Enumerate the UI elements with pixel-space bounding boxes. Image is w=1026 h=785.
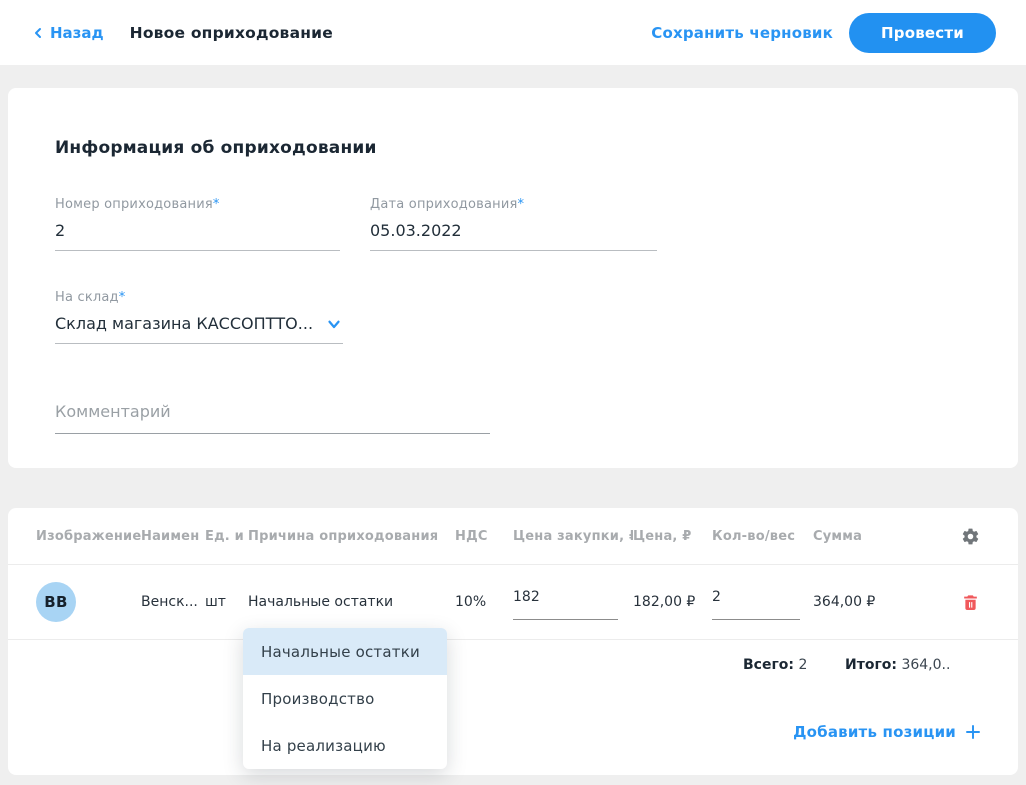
table-row: ВВ Венск... шт Начальные остатки 10% 182… [8, 565, 1018, 640]
col-header-name: Наимен [141, 528, 200, 544]
col-header-unit: Ед. и [205, 528, 244, 544]
delete-row-button[interactable] [959, 591, 982, 614]
gear-icon [961, 527, 980, 546]
col-header-sum: Сумма [813, 528, 863, 544]
purchase-price-input[interactable] [513, 584, 618, 620]
save-draft-link[interactable]: Сохранить черновик [651, 24, 833, 42]
back-button[interactable]: Назад [30, 24, 104, 42]
quantity-input[interactable] [712, 584, 800, 620]
total-quantity: Всего: 2 [743, 657, 808, 673]
topbar: Назад Новое оприходование Сохранить черн… [0, 0, 1026, 65]
trash-icon [961, 593, 980, 612]
cell-name: Венск... [141, 594, 198, 610]
totals-row: Всего: 2 Итого: 364,0... [8, 640, 1018, 690]
page-title: Новое оприходование [129, 23, 333, 42]
col-header-image: Изображение [36, 528, 141, 544]
cell-sum: 364,00 ₽ [813, 594, 876, 610]
add-positions-label: Добавить позиции [793, 723, 956, 741]
submit-button[interactable]: Провести [849, 12, 996, 53]
product-avatar: ВВ [36, 582, 76, 622]
back-label: Назад [50, 23, 104, 42]
plus-icon [964, 723, 982, 741]
comment-field[interactable] [55, 396, 490, 434]
cell-price: 182,00 ₽ [633, 594, 696, 610]
warehouse-field-label: На склад* [55, 290, 126, 305]
warehouse-selected-value: Склад магазина КАССОПТТО... [55, 314, 314, 333]
table-header-row: Изображение Наимен Ед. и Причина оприход… [8, 508, 1018, 565]
page: Назад Новое оприходование Сохранить черн… [0, 0, 1026, 785]
number-field[interactable] [55, 212, 340, 251]
cell-unit: шт [205, 594, 226, 610]
chevron-left-icon [30, 25, 46, 41]
dropdown-option-for-sale[interactable]: На реализацию [243, 722, 447, 769]
number-field-label: Номер оприходования* [55, 197, 220, 212]
form-heading: Информация об оприходовании [55, 138, 377, 158]
add-positions-link[interactable]: Добавить позиции [793, 723, 982, 741]
cell-reason-select[interactable]: Начальные остатки [248, 594, 455, 610]
dropdown-option-initial-balances[interactable]: Начальные остатки [243, 628, 447, 675]
required-mark: * [517, 197, 525, 212]
table-settings-button[interactable] [959, 525, 982, 548]
dropdown-option-production[interactable]: Производство [243, 675, 447, 722]
warehouse-select[interactable]: Склад магазина КАССОПТТО... [55, 305, 343, 344]
col-header-purchase-price: Цена закупки, ₽ [513, 528, 633, 544]
date-field-label: Дата оприходования* [370, 197, 525, 212]
positions-table-card: Изображение Наимен Ед. и Причина оприход… [8, 508, 1018, 775]
required-mark: * [212, 197, 220, 212]
receipt-info-card: Информация об оприходовании Номер оприхо… [8, 88, 1018, 468]
total-sum: Итого: 364,0... [845, 657, 950, 673]
col-header-price: Цена, ₽ [633, 528, 692, 544]
col-header-reason: Причина оприходования [248, 528, 439, 544]
date-field[interactable] [370, 212, 657, 251]
required-mark: * [118, 290, 126, 305]
chevron-down-icon [325, 315, 343, 333]
reason-dropdown: Начальные остатки Производство На реализ… [243, 628, 447, 769]
col-header-quantity: Кол-во/вес [712, 528, 796, 544]
cell-vat: 10% [455, 594, 487, 610]
col-header-vat: НДС [455, 528, 488, 544]
